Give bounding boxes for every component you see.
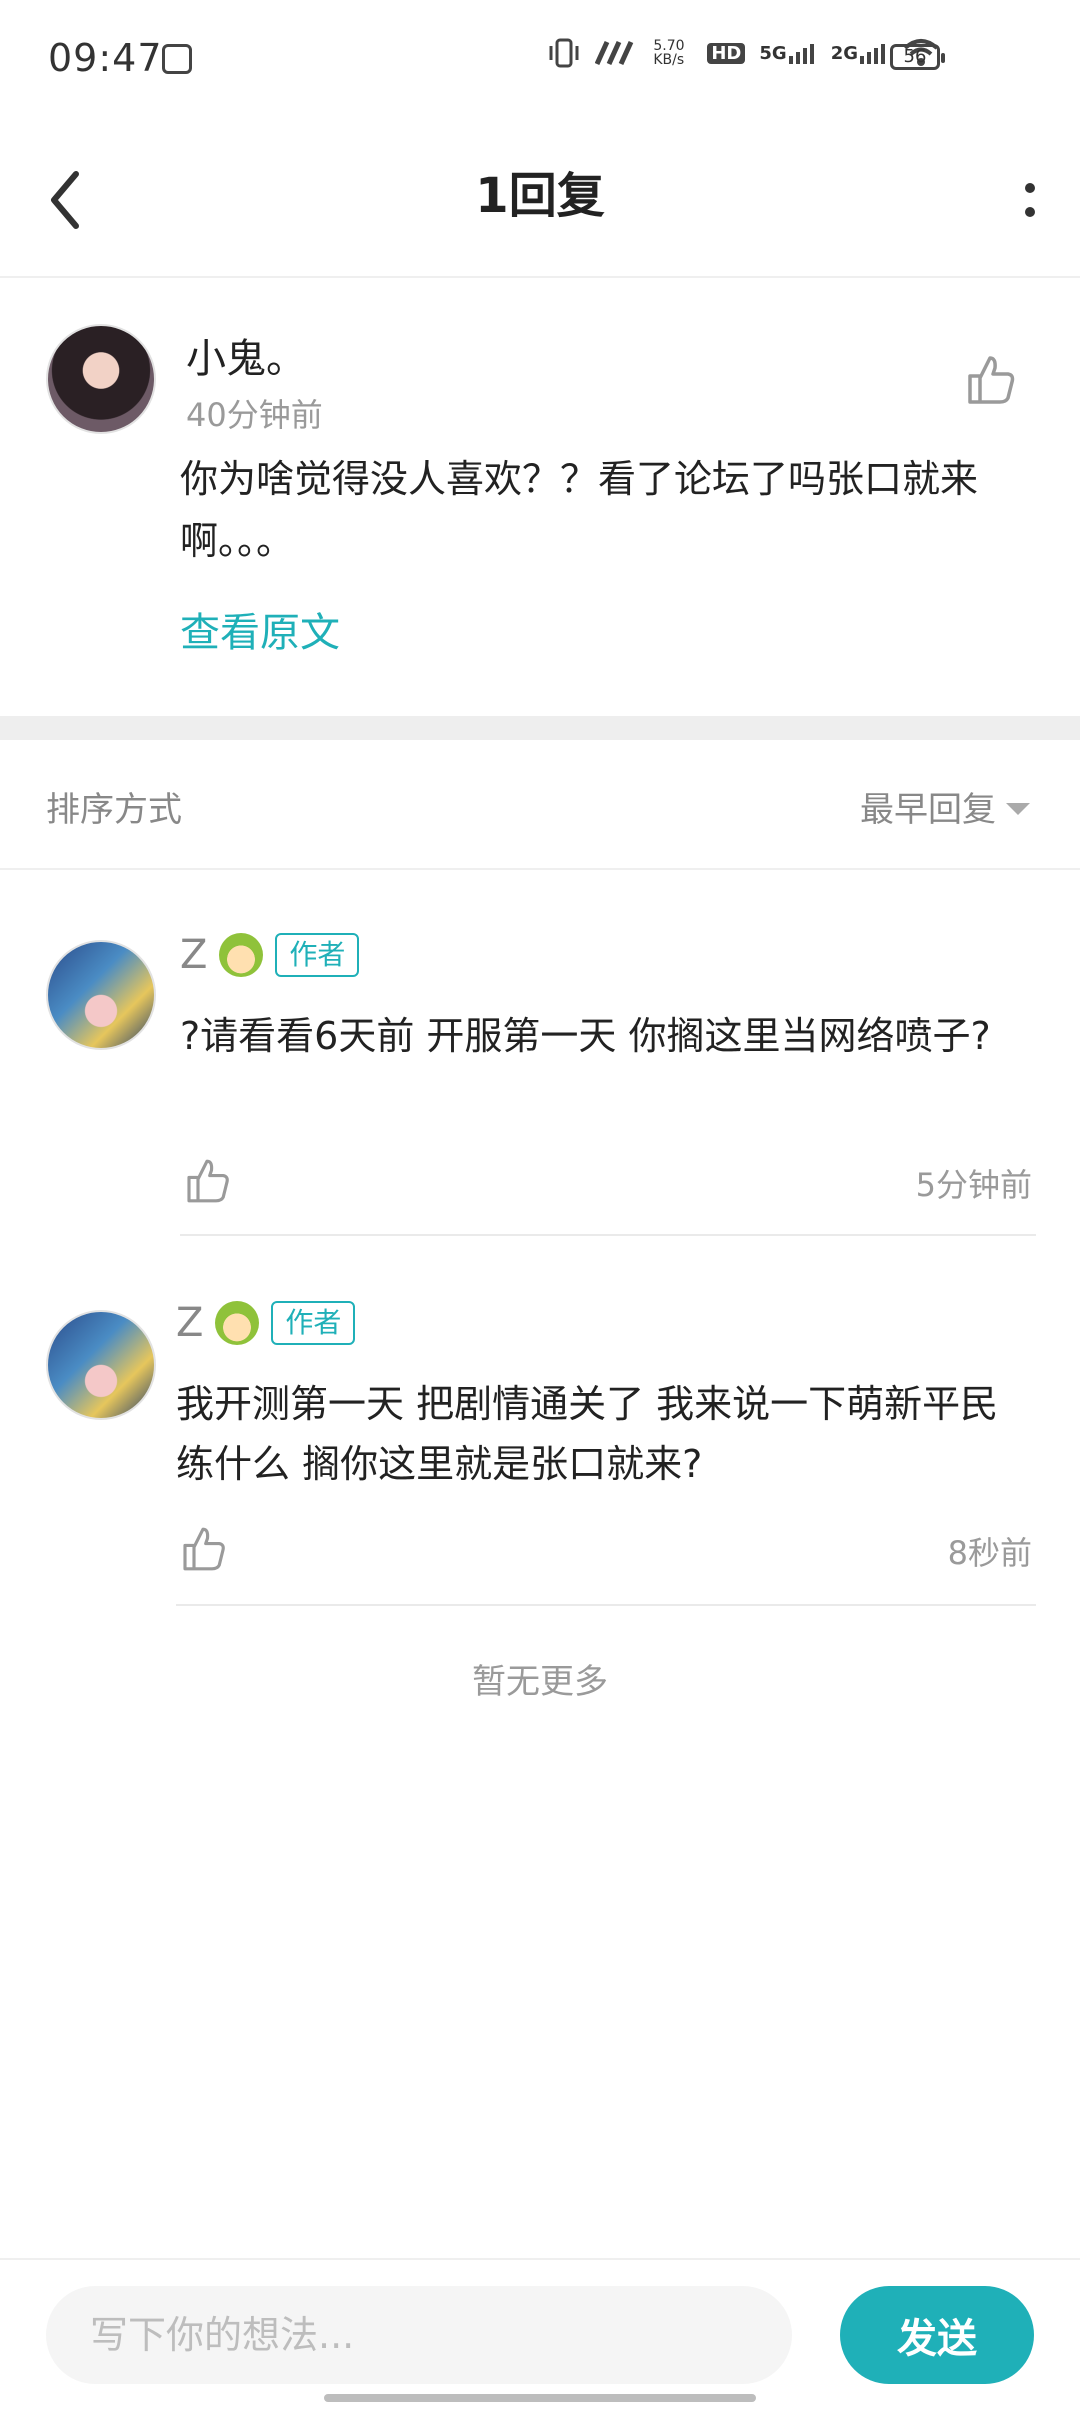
avatar[interactable]: [46, 324, 156, 434]
battery-icon: 56: [890, 44, 945, 70]
reply-divider: [180, 1234, 1036, 1236]
author-badge: 作者: [271, 1301, 356, 1345]
sort-row: 排序方式 最早回复: [0, 740, 1080, 870]
like-button[interactable]: [960, 350, 1020, 410]
author-name[interactable]: Z: [176, 1300, 203, 1346]
timestamp: 8秒前: [947, 1534, 1032, 1572]
send-button[interactable]: 发送: [840, 2286, 1034, 2384]
sort-selected: 最早回复: [860, 790, 996, 830]
like-button[interactable]: [180, 1154, 234, 1208]
comment-content: 你为啥觉得没人喜欢？？看了论坛了吗张口就来啊。。。: [180, 457, 979, 563]
author-badge: 作者: [275, 933, 360, 977]
status-time: 09:47: [48, 36, 163, 80]
thumbs-up-icon: [183, 1527, 225, 1571]
sort-label: 排序方式: [46, 790, 182, 830]
signal-strength-icon: [595, 40, 634, 66]
user-level-icon: [215, 1301, 260, 1345]
reply-header: Z 作者: [176, 1300, 356, 1346]
avatar[interactable]: [46, 940, 156, 1050]
vibrate-icon: [549, 38, 579, 68]
author-name[interactable]: 小鬼。: [186, 326, 306, 384]
net-speed: 5.70 KB/s: [653, 38, 685, 68]
more-vertical-icon: [1025, 183, 1035, 217]
timestamp: 5分钟前: [915, 1166, 1032, 1204]
page-title: 1回复: [475, 168, 605, 224]
reply-divider: [176, 1604, 1036, 1606]
reply-content: 我开测第一天 把剧情通关了 我来说一下萌新平民练什么 搁你这里就是张口就来?: [176, 1382, 999, 1486]
thumbs-up-icon: [187, 1159, 229, 1203]
comment-input[interactable]: [46, 2286, 792, 2384]
view-original-link[interactable]: 查看原文: [180, 600, 340, 658]
reply-header: Z 作者: [180, 932, 360, 978]
status-bar: 09:47 5.70 KB/s HD 5G 2G 56: [0, 0, 1080, 120]
comment-composer: 发送: [0, 2258, 1080, 2410]
app-notification-icon: [162, 44, 192, 74]
network-5g-label: 5G: [759, 42, 816, 64]
cell-bars-icon: [860, 44, 885, 64]
sort-dropdown[interactable]: 最早回复: [860, 782, 1030, 831]
caret-down-icon: [1006, 802, 1030, 815]
timestamp: 40分钟前: [186, 396, 323, 434]
thumbs-up-icon: [968, 356, 1015, 404]
page-header: 1回复: [0, 120, 1080, 278]
user-level-icon: [219, 933, 264, 977]
avatar[interactable]: [46, 1310, 156, 1420]
author-name[interactable]: Z: [180, 932, 207, 978]
hd-badge: HD: [707, 42, 746, 64]
no-more-label: 暂无更多: [472, 1662, 608, 1702]
network-2g-label: 2G: [831, 42, 888, 64]
reply-content: ?请看看6天前 开服第一天 你搁这里当网络喷子?: [180, 1014, 991, 1058]
cell-bars-icon: [788, 44, 814, 64]
like-button[interactable]: [176, 1522, 230, 1576]
status-icons: 5.70 KB/s HD 5G 2G: [547, 38, 940, 68]
more-options-button[interactable]: [1000, 160, 1060, 240]
home-indicator[interactable]: [324, 2394, 756, 2402]
section-divider: [0, 716, 1080, 740]
